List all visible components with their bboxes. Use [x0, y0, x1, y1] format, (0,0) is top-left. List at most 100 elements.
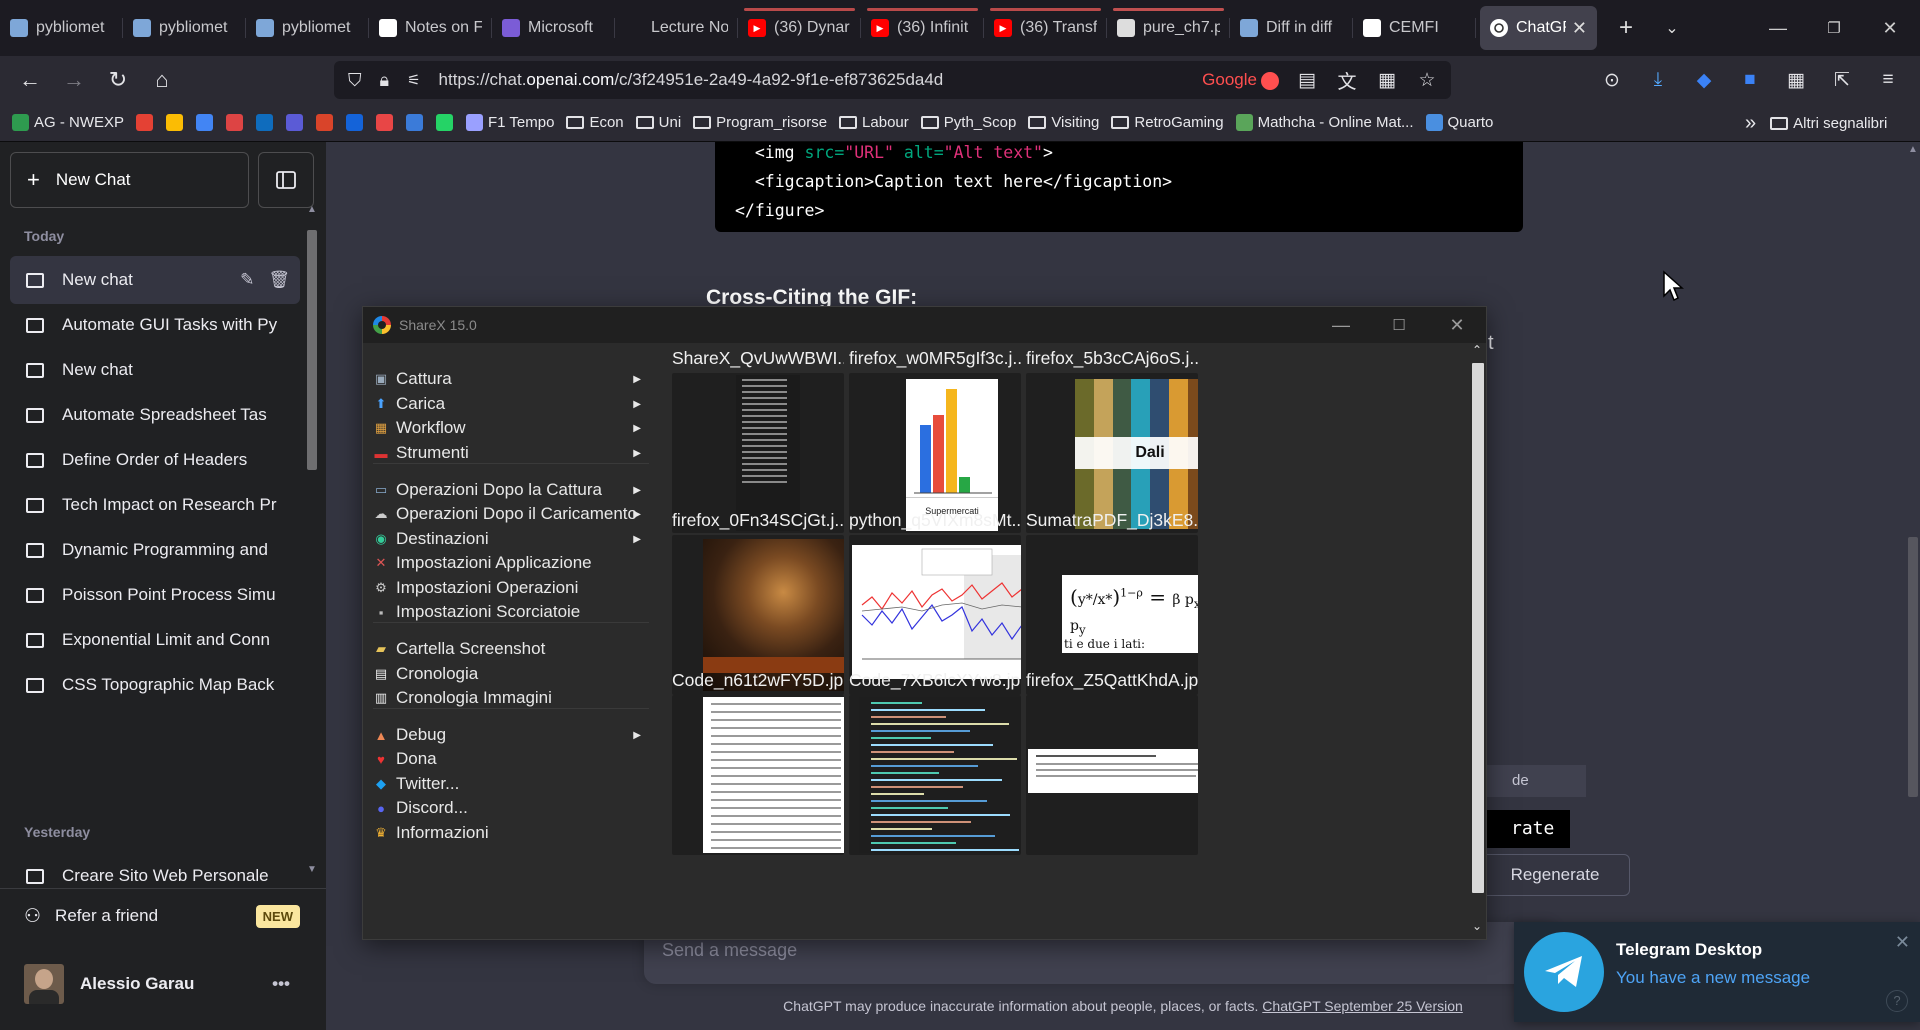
user-menu[interactable]: Alessio Garau •••: [10, 956, 310, 1012]
minimize-window-button[interactable]: —: [1750, 0, 1806, 56]
search-engine-indicator[interactable]: Google: [1202, 70, 1279, 90]
regenerate-button[interactable]: Regenerate: [1480, 854, 1630, 896]
sharex-menu-item[interactable]: ▣ Cattura ▶: [373, 365, 661, 393]
file-thumbnail[interactable]: [1026, 695, 1198, 855]
reader-view-icon[interactable]: ▤: [1295, 69, 1319, 92]
more-options-icon[interactable]: •••: [272, 974, 290, 994]
scroll-up-icon[interactable]: ▲: [305, 204, 319, 224]
browser-tab[interactable]: CEMFI: [1353, 6, 1476, 50]
share-icon[interactable]: ⇱: [1830, 69, 1854, 92]
bookmark-item[interactable]: Mathcha - Online Mat...: [1235, 114, 1414, 131]
telegram-notification[interactable]: Telegram Desktop You have a new message …: [1514, 922, 1920, 1022]
bookmark-item[interactable]: F1 Tempo: [466, 114, 554, 131]
list-all-tabs-icon[interactable]: ⌄: [1649, 6, 1695, 50]
scroll-up-icon[interactable]: ▲: [1906, 144, 1920, 155]
bookmark-folder[interactable]: Labour: [839, 114, 909, 131]
refer-friend-button[interactable]: ⚇ Refer a friend NEW: [10, 892, 310, 940]
bookmark-item[interactable]: [226, 114, 248, 131]
scroll-down-icon[interactable]: ⌄: [1468, 919, 1486, 933]
chat-history-item[interactable]: Creare Sito Web Personale: [10, 852, 300, 888]
sharex-scrollbar[interactable]: ⌃ ⌄: [1468, 343, 1486, 939]
sharex-maximize-button[interactable]: ☐: [1370, 307, 1428, 343]
sharex-file-item[interactable]: Code_7XB6lcXYw8.jpg: [849, 665, 1021, 855]
browser-tab[interactable]: Notes on F: [369, 6, 492, 50]
bookmark-item[interactable]: [316, 114, 338, 131]
permissions-icon[interactable]: ⚟: [407, 71, 420, 89]
browser-tab[interactable]: pybliomet: [246, 6, 369, 50]
main-scroll-thumb[interactable]: [1908, 537, 1918, 797]
reload-button[interactable]: ↻: [98, 60, 138, 100]
sharex-menu-item[interactable]: ● Discord...: [373, 794, 661, 822]
forward-button[interactable]: →: [54, 60, 94, 100]
sharex-scroll-thumb[interactable]: [1472, 363, 1484, 893]
browser-tab[interactable]: ▶ (36) Transf: [984, 6, 1107, 50]
tab-close-icon[interactable]: ✕: [1572, 18, 1587, 39]
bookmark-item[interactable]: Quarto: [1425, 114, 1493, 131]
bookmark-folder[interactable]: Visiting: [1028, 114, 1099, 131]
app-menu-icon[interactable]: ≡: [1876, 69, 1900, 91]
extensions-grid-icon[interactable]: ▦: [1375, 69, 1399, 92]
sharex-titlebar[interactable]: ShareX 15.0 — ☐ ✕: [363, 307, 1486, 343]
browser-tab[interactable]: Diff in diff: [1230, 6, 1353, 50]
tab-chatgpt-active[interactable]: ChatGPT ✕: [1480, 6, 1597, 50]
url-text[interactable]: https://chat.openai.com/c/3f24951e-2a49-…: [439, 70, 944, 90]
sidebar-scrollbar[interactable]: ▲ ▼: [305, 204, 319, 884]
other-bookmarks[interactable]: Altri segnalibri: [1770, 115, 1887, 132]
version-link[interactable]: ChatGPT September 25 Version: [1262, 998, 1463, 1014]
bookmark-item[interactable]: AG - NWEXP: [12, 114, 124, 131]
sharex-minimize-button[interactable]: —: [1312, 307, 1370, 343]
scroll-down-icon[interactable]: ▼: [305, 864, 319, 884]
browser-tab[interactable]: Lecture Notes: [615, 6, 738, 50]
sharex-close-button[interactable]: ✕: [1428, 307, 1486, 343]
sharex-menu-item[interactable]: ▦ Workflow ▶: [373, 414, 661, 442]
sharex-menu-item[interactable]: ♛ Informazioni: [373, 819, 661, 847]
bookmark-folder[interactable]: Uni: [635, 114, 681, 131]
bookmark-folder[interactable]: RetroGaming: [1111, 114, 1224, 131]
bookmark-item[interactable]: [376, 114, 398, 131]
browser-tab[interactable]: ▶ (36) Infinit: [861, 6, 984, 50]
bookmark-item[interactable]: [346, 114, 368, 131]
shield-icon[interactable]: ⛉: [348, 70, 362, 91]
back-button[interactable]: ←: [10, 60, 50, 100]
file-thumbnail[interactable]: [672, 695, 844, 855]
downloads-icon[interactable]: ⤓: [1646, 69, 1670, 91]
bookmark-folder[interactable]: Program_risorse: [693, 114, 827, 131]
sharex-menu-item[interactable]: ▰ Cartella Screenshot: [373, 635, 661, 663]
url-bar[interactable]: ⛉ 🔒︎ ⚟ https://chat.openai.com/c/3f24951…: [334, 61, 1451, 99]
browser-tab[interactable]: ▶ (36) Dynar: [738, 6, 861, 50]
home-button[interactable]: ⌂: [142, 60, 182, 100]
new-tab-button[interactable]: +: [1603, 6, 1649, 50]
chevron-right-icon[interactable]: »: [1745, 112, 1756, 135]
browser-tab[interactable]: Microsoft: [492, 6, 615, 50]
close-icon[interactable]: ✕: [1895, 932, 1910, 953]
sharex-file-item[interactable]: Code_n61t2wFY5D.jpg: [672, 665, 844, 855]
close-window-button[interactable]: ✕: [1862, 0, 1918, 56]
translate-icon[interactable]: 文: [1335, 67, 1359, 94]
file-thumbnail[interactable]: [849, 695, 1021, 855]
extension-blue-icon[interactable]: ◆: [1692, 69, 1716, 92]
sharex-file-item[interactable]: firefox_Z5QattKhdA.jpg: [1026, 665, 1198, 855]
bookmark-item[interactable]: [196, 114, 218, 131]
bookmark-folder[interactable]: Pyth_Scop: [920, 114, 1016, 131]
bookmark-item[interactable]: [136, 114, 158, 131]
restore-window-button[interactable]: ❐: [1806, 0, 1862, 56]
pocket-icon[interactable]: ⊙: [1600, 69, 1624, 92]
bookmark-item[interactable]: [256, 114, 278, 131]
extensions-icon[interactable]: ▦: [1784, 69, 1808, 92]
sharex-menu-item[interactable]: ☁ Operazioni Dopo il Caricamento ▶: [373, 500, 661, 528]
sharex-menu-item[interactable]: ✕ Impostazioni Applicazione: [373, 549, 661, 577]
browser-tab[interactable]: pure_ch7.p: [1107, 6, 1230, 50]
help-icon[interactable]: ?: [1886, 990, 1908, 1012]
browser-tab[interactable]: pybliomet: [123, 6, 246, 50]
bookmark-item[interactable]: [286, 114, 308, 131]
bookmark-star-icon[interactable]: ☆: [1415, 69, 1439, 92]
bookmark-folder[interactable]: Econ: [566, 114, 624, 131]
scroll-up-icon[interactable]: ⌃: [1468, 343, 1486, 357]
bookmark-item[interactable]: [166, 114, 188, 131]
sharex-menu-item[interactable]: ♥ Dona: [373, 745, 661, 773]
sidebar-scroll-thumb[interactable]: [307, 230, 317, 470]
bookmark-item[interactable]: [406, 114, 428, 131]
main-scrollbar[interactable]: ▲: [1906, 142, 1920, 1030]
lock-icon[interactable]: 🔒︎: [380, 70, 390, 91]
extension-shield-icon[interactable]: ■: [1738, 69, 1762, 91]
